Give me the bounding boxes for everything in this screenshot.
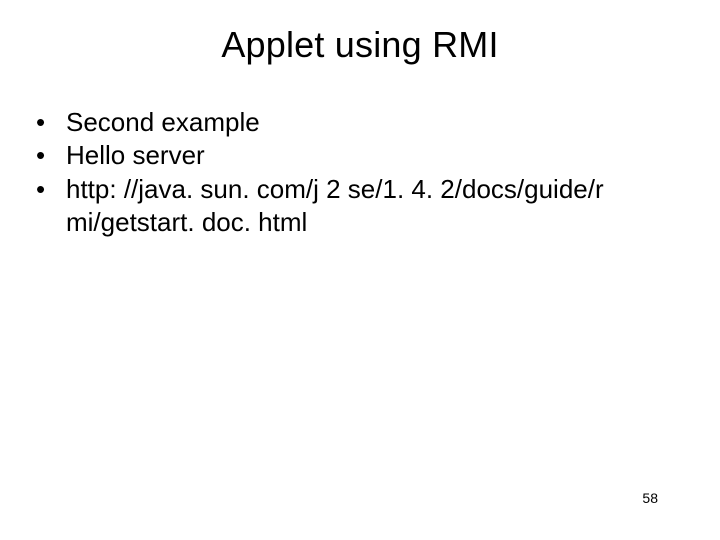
bullet-text: Second example	[66, 107, 260, 137]
bullet-text: http: //java. sun. com/j 2 se/1. 4. 2/do…	[66, 174, 604, 237]
list-item: Second example	[36, 106, 684, 139]
list-item: http: //java. sun. com/j 2 se/1. 4. 2/do…	[36, 173, 684, 240]
slide: Applet using RMI Second example Hello se…	[0, 0, 720, 540]
list-item: Hello server	[36, 139, 684, 172]
bullet-text: Hello server	[66, 140, 205, 170]
slide-title: Applet using RMI	[36, 24, 684, 66]
bullet-list: Second example Hello server http: //java…	[36, 106, 684, 239]
page-number: 58	[642, 490, 658, 506]
